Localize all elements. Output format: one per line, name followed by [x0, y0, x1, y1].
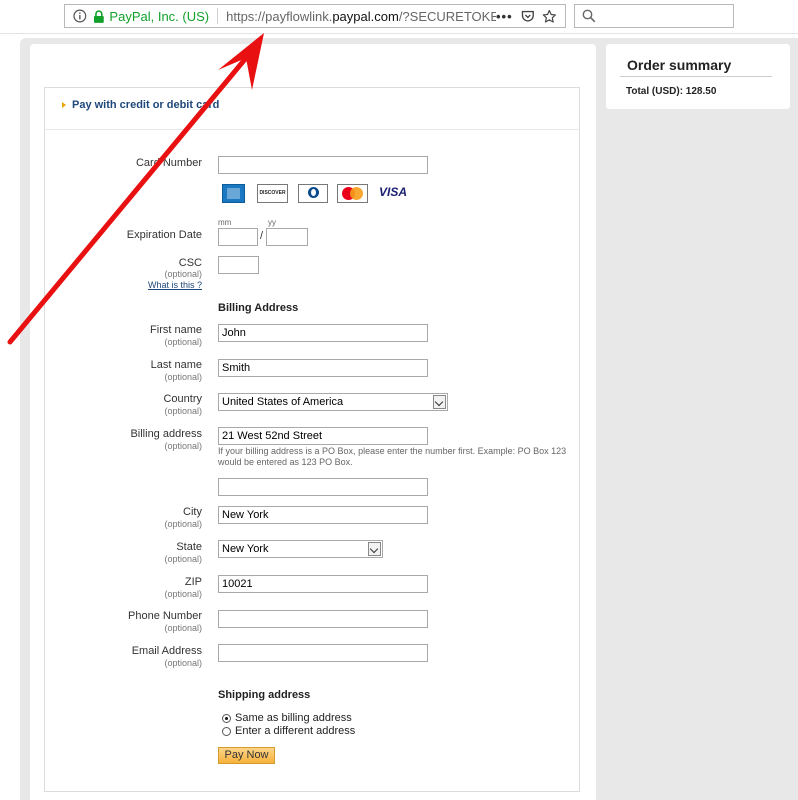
last-name-label: Last name [150, 359, 202, 371]
state-select[interactable]: New York [218, 540, 383, 558]
first-name-label: First name [150, 324, 202, 336]
email-optional: (optional) [164, 658, 202, 668]
zip-optional: (optional) [164, 589, 202, 599]
city-input[interactable]: New York [218, 506, 428, 524]
info-icon[interactable] [73, 9, 87, 23]
address-bar[interactable]: PayPal, Inc. (US) https://payflowlink.pa… [64, 4, 566, 28]
last-name-input[interactable]: Smith [218, 359, 428, 377]
more-actions-icon[interactable]: ••• [496, 9, 513, 24]
exp-month-hint: mm [218, 218, 232, 227]
billing-address-optional: (optional) [164, 441, 202, 451]
csc-optional: (optional) [164, 269, 202, 279]
payment-method-title[interactable]: Pay with credit or debit card [72, 99, 219, 111]
divider [620, 76, 772, 77]
last-name-optional: (optional) [164, 372, 202, 382]
state-optional: (optional) [164, 554, 202, 564]
csc-label: CSC [178, 257, 202, 269]
phone-optional: (optional) [164, 623, 202, 633]
zip-label: ZIP [184, 576, 202, 588]
exp-separator: / [260, 230, 264, 242]
url-text[interactable]: https://payflowlink.paypal.com/?SECURETO… [226, 9, 496, 24]
diners-club-icon [298, 184, 328, 203]
city-optional: (optional) [164, 519, 202, 529]
phone-input[interactable] [218, 610, 428, 628]
state-label: State [176, 541, 202, 553]
order-summary-title: Order summary [627, 57, 732, 73]
discover-icon: DISCOVER [257, 184, 288, 203]
billing-address-input[interactable]: 21 West 52nd Street [218, 427, 428, 445]
order-total: Total (USD): 128.50 [626, 86, 717, 97]
email-label: Email Address [131, 645, 202, 657]
expiration-label: Expiration Date [126, 229, 202, 241]
country-optional: (optional) [164, 406, 202, 416]
exp-year-hint: yy [268, 218, 276, 227]
chevron-down-icon[interactable] [433, 395, 446, 409]
what-is-this-link[interactable]: What is this ? [148, 280, 202, 290]
pay-now-button[interactable]: Pay Now [218, 747, 275, 764]
state-value: New York [222, 543, 269, 555]
billing-address-label: Billing address [130, 428, 202, 440]
csc-input[interactable] [218, 256, 259, 274]
bookmark-star-icon[interactable] [542, 9, 557, 24]
exp-month-input[interactable] [218, 228, 258, 246]
country-value: United States of America [222, 396, 344, 408]
amex-icon [222, 184, 245, 203]
mastercard-icon [337, 184, 368, 203]
shipping-address-heading: Shipping address [218, 689, 311, 701]
site-identity[interactable]: PayPal, Inc. (US) [109, 9, 209, 24]
phone-label: Phone Number [128, 610, 202, 622]
ship-same-label: Same as billing address [235, 712, 352, 724]
billing-address-heading: Billing Address [218, 302, 299, 314]
first-name-input[interactable]: John [218, 324, 428, 342]
search-icon [582, 9, 596, 23]
exp-year-input[interactable] [266, 228, 308, 246]
card-number-input[interactable] [218, 156, 428, 174]
city-label: City [183, 506, 202, 518]
email-input[interactable] [218, 644, 428, 662]
search-input[interactable] [574, 4, 734, 28]
billing-address-help: If your billing address is a PO Box, ple… [218, 446, 567, 467]
expand-arrow-icon[interactable] [62, 102, 66, 108]
visa-icon: VISA [378, 185, 407, 199]
ship-different-label: Enter a different address [235, 725, 356, 737]
chevron-down-icon[interactable] [368, 542, 381, 556]
first-name-optional: (optional) [164, 337, 202, 347]
lock-icon [93, 9, 104, 23]
ship-same-radio[interactable] [222, 713, 231, 723]
divider [0, 33, 798, 34]
divider [217, 8, 219, 24]
billing-address-line2-input[interactable] [218, 478, 428, 496]
ship-same-option[interactable]: Same as billing address [222, 712, 352, 724]
card-number-label: Card Number [135, 157, 202, 169]
country-select[interactable]: United States of America [218, 393, 448, 411]
country-label: Country [163, 393, 202, 405]
ship-different-option[interactable]: Enter a different address [222, 725, 355, 737]
ship-different-radio[interactable] [222, 726, 231, 736]
pocket-icon[interactable] [521, 9, 535, 23]
zip-input[interactable]: 10021 [218, 575, 428, 593]
